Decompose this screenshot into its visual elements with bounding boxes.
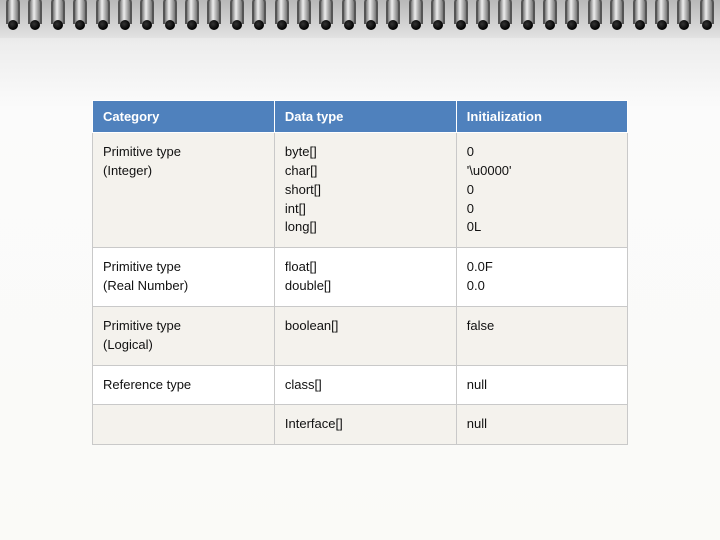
- spiral-ring: [297, 0, 311, 30]
- datatype-line: boolean[]: [285, 317, 446, 336]
- init-line: 0: [467, 181, 617, 200]
- cell-init: 0'\u0000'000L: [456, 133, 627, 248]
- category-line: Reference type: [103, 376, 264, 395]
- cell-category: [93, 405, 275, 445]
- spiral-ring: [28, 0, 42, 30]
- spiral-ring: [633, 0, 647, 30]
- table-row: Primitive type(Real Number)float[]double…: [93, 248, 628, 307]
- header-init: Initialization: [456, 101, 627, 133]
- cell-datatype: float[]double[]: [274, 248, 456, 307]
- init-line: 0: [467, 143, 617, 162]
- table-row: Interface[] null: [93, 405, 628, 445]
- table-row: Primitive type(Integer)byte[]char[]short…: [93, 133, 628, 248]
- datatype-line: char[]: [285, 162, 446, 181]
- content-area: Category Data type Initialization Primit…: [92, 100, 628, 445]
- datatype-line: byte[]: [285, 143, 446, 162]
- spiral-ring: [543, 0, 557, 30]
- cell-category: Reference type: [93, 365, 275, 405]
- datatype-line: float[]: [285, 258, 446, 277]
- category-line: Primitive type: [103, 143, 264, 162]
- cell-init: false: [456, 306, 627, 365]
- spiral-binding: [0, 0, 720, 38]
- cell-datatype: class[]: [274, 365, 456, 405]
- category-line: (Real Number): [103, 277, 264, 296]
- cell-init: null: [456, 365, 627, 405]
- spiral-ring: [364, 0, 378, 30]
- spiral-ring: [677, 0, 691, 30]
- init-line: null: [467, 376, 617, 395]
- spiral-ring: [498, 0, 512, 30]
- category-line: (Integer): [103, 162, 264, 181]
- spiral-ring: [252, 0, 266, 30]
- category-line: Primitive type: [103, 317, 264, 336]
- spiral-ring: [185, 0, 199, 30]
- spiral-ring: [476, 0, 490, 30]
- spiral-ring: [73, 0, 87, 30]
- category-line: Primitive type: [103, 258, 264, 277]
- datatype-line: class[]: [285, 376, 446, 395]
- spiral-ring: [163, 0, 177, 30]
- datatype-line: long[]: [285, 218, 446, 237]
- header-category: Category: [93, 101, 275, 133]
- cell-category: Primitive type(Real Number): [93, 248, 275, 307]
- cell-datatype: byte[]char[]short[]int[]long[]: [274, 133, 456, 248]
- table-row: Reference type class[] null: [93, 365, 628, 405]
- spiral-ring: [51, 0, 65, 30]
- category-line: (Logical): [103, 336, 264, 355]
- cell-category: Primitive type(Logical): [93, 306, 275, 365]
- spiral-ring: [118, 0, 132, 30]
- data-types-table: Category Data type Initialization Primit…: [92, 100, 628, 445]
- init-line: 0: [467, 200, 617, 219]
- spiral-ring: [565, 0, 579, 30]
- spiral-ring: [230, 0, 244, 30]
- spiral-ring: [386, 0, 400, 30]
- spiral-ring: [588, 0, 602, 30]
- spiral-ring: [207, 0, 221, 30]
- init-line: 0.0: [467, 277, 617, 296]
- spiral-ring: [6, 0, 20, 30]
- spiral-ring: [140, 0, 154, 30]
- spiral-ring: [96, 0, 110, 30]
- datatype-line: int[]: [285, 200, 446, 219]
- spiral-ring: [319, 0, 333, 30]
- spiral-ring: [454, 0, 468, 30]
- init-line: false: [467, 317, 617, 336]
- table-header-row: Category Data type Initialization: [93, 101, 628, 133]
- init-line: 0L: [467, 218, 617, 237]
- cell-init: 0.0F0.0: [456, 248, 627, 307]
- spiral-ring: [275, 0, 289, 30]
- cell-datatype: Interface[]: [274, 405, 456, 445]
- init-line: 0.0F: [467, 258, 617, 277]
- notebook-page: Category Data type Initialization Primit…: [0, 0, 720, 540]
- spiral-ring: [655, 0, 669, 30]
- datatype-line: double[]: [285, 277, 446, 296]
- cell-init: null: [456, 405, 627, 445]
- header-datatype: Data type: [274, 101, 456, 133]
- table-row: Primitive type(Logical) boolean[] false: [93, 306, 628, 365]
- spiral-ring: [700, 0, 714, 30]
- init-line: null: [467, 415, 617, 434]
- init-line: '\u0000': [467, 162, 617, 181]
- spiral-ring: [610, 0, 624, 30]
- cell-category: Primitive type(Integer): [93, 133, 275, 248]
- datatype-line: Interface[]: [285, 415, 446, 434]
- spiral-ring: [409, 0, 423, 30]
- spiral-ring: [342, 0, 356, 30]
- datatype-line: short[]: [285, 181, 446, 200]
- spiral-ring: [431, 0, 445, 30]
- spiral-ring: [521, 0, 535, 30]
- cell-datatype: boolean[]: [274, 306, 456, 365]
